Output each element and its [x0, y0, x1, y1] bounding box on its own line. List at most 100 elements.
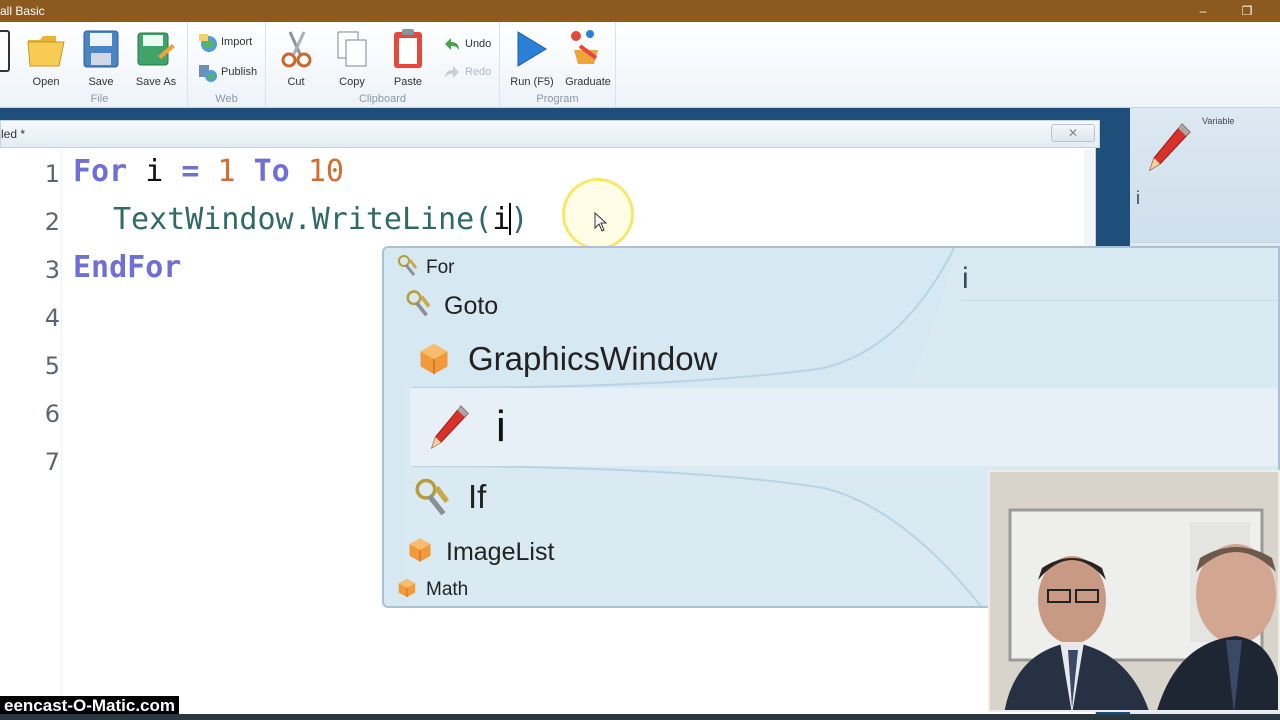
variable-pencil-icon	[1149, 123, 1191, 172]
paste-icon	[394, 29, 422, 68]
publish-label: Publish	[221, 66, 258, 78]
paste-button[interactable]: Paste	[382, 28, 434, 90]
line-number: 4	[44, 304, 60, 332]
cut-button[interactable]: Cut	[270, 28, 322, 90]
save-label: Save	[88, 76, 114, 88]
line-number: 3	[44, 256, 60, 284]
document-tab-bar: led * ✕	[0, 120, 1100, 148]
title-bar: all Basic – ❐	[0, 0, 1280, 22]
suggestion-i-selected[interactable]: i	[430, 400, 630, 456]
assign-operator: =	[181, 154, 200, 189]
keyword-for: For	[73, 154, 128, 189]
presenters-video-image	[990, 472, 1278, 710]
program-group-label: Program	[536, 93, 579, 105]
import-button[interactable]: Import	[198, 32, 264, 54]
save-icon	[83, 30, 119, 68]
suggestion-label: GraphicsWindow	[468, 340, 718, 377]
line-number: 5	[44, 352, 60, 380]
object-cube-icon	[409, 538, 431, 562]
redo-icon	[445, 66, 459, 78]
suggestion-if[interactable]: If	[412, 474, 712, 520]
suggestion-label: Goto	[444, 292, 499, 320]
copy-label: Copy	[339, 76, 365, 88]
help-item-name: i	[1136, 188, 1140, 208]
clipboard-group-label: Clipboard	[358, 93, 407, 105]
clipboard-group: Cut Copy Paste Undo Redo Clipboard	[266, 22, 500, 108]
code-line-1: For i = 1 To 10	[73, 154, 344, 189]
run-icon	[517, 31, 547, 67]
run-label: Run (F5)	[510, 76, 554, 88]
suggestion-goto[interactable]: Goto	[404, 286, 704, 322]
program-group: Run (F5) Graduate Program	[500, 22, 616, 108]
object-cube-icon	[420, 344, 448, 374]
import-icon	[199, 34, 217, 52]
suggestion-label: ImageList	[446, 538, 555, 566]
suggestion-for[interactable]: For	[396, 252, 696, 280]
save-as-button[interactable]: Save As	[130, 28, 182, 90]
graduate-label: Graduate	[565, 76, 611, 88]
save-button[interactable]: Save	[75, 28, 127, 90]
keyword-keys-icon	[406, 290, 431, 317]
restore-button[interactable]: ❐	[1232, 2, 1262, 20]
line-number: 2	[44, 208, 60, 236]
suggestion-label: i	[496, 402, 506, 451]
close-document-button[interactable]: ✕	[1051, 124, 1095, 142]
webcam-overlay	[988, 470, 1280, 712]
graduate-button[interactable]: Graduate	[560, 28, 616, 90]
code-line-2: TextWindow.WriteLine(i)	[113, 202, 528, 237]
undo-icon	[445, 38, 459, 50]
method-call: TextWindow.WriteLine(	[113, 202, 493, 237]
open-button[interactable]: Open	[20, 28, 72, 90]
loop-variable: i	[145, 154, 164, 189]
publish-icon	[199, 65, 217, 82]
line-number: 7	[44, 448, 60, 476]
import-label: Import	[221, 36, 253, 48]
close-paren: )	[510, 202, 529, 237]
save-as-icon	[137, 32, 175, 66]
run-button[interactable]: Run (F5)	[504, 28, 560, 90]
code-line-3: EndFor	[73, 250, 181, 285]
suggestion-graphicswindow[interactable]: GraphicsWindow	[416, 336, 916, 382]
open-label: Open	[32, 76, 60, 88]
line-number: 6	[44, 400, 60, 428]
keyword-keys-icon	[398, 255, 418, 276]
paste-label: Paste	[393, 76, 423, 88]
suggestion-imagelist[interactable]: ImageList	[406, 532, 706, 568]
help-panel-header: Variable i	[1130, 108, 1280, 243]
redo-label: Redo	[465, 66, 492, 78]
description-divider	[962, 300, 1278, 301]
screencast-watermark: eencast-O-Matic.com	[0, 696, 179, 716]
loop-end-number: 10	[307, 154, 344, 189]
redo-button[interactable]: Redo	[442, 62, 498, 84]
suggestion-label: Math	[426, 579, 469, 600]
cut-icon	[281, 31, 312, 68]
line-number-gutter: 1 2 3 4 5 6 7	[0, 148, 62, 714]
suggestion-label: If	[468, 478, 487, 515]
publish-button[interactable]: Publish	[198, 62, 264, 84]
keyword-keys-icon	[415, 478, 450, 516]
call-argument: i	[492, 202, 511, 237]
line-number: 1	[44, 160, 60, 188]
keyword-endfor: EndFor	[73, 250, 182, 285]
web-group-label: Web	[215, 93, 238, 105]
new-document-icon[interactable]	[0, 30, 10, 72]
graduate-icon	[571, 30, 598, 64]
undo-button[interactable]: Undo	[442, 34, 498, 56]
document-tab-title[interactable]: led *	[1, 127, 25, 141]
file-group: Open Save Save As File	[12, 22, 188, 108]
object-cube-icon	[398, 578, 416, 598]
open-folder-icon	[27, 36, 65, 67]
save-as-label: Save As	[135, 76, 177, 88]
minimize-button[interactable]: –	[1188, 2, 1218, 20]
undo-label: Undo	[465, 38, 492, 50]
loop-start-number: 1	[217, 154, 236, 189]
help-type-label: Variable	[1202, 116, 1235, 126]
window-title: all Basic	[0, 4, 45, 18]
suggestion-math[interactable]: Math	[396, 574, 696, 602]
copy-button[interactable]: Copy	[326, 28, 378, 90]
variable-pencil-icon	[430, 405, 469, 449]
copy-icon	[337, 31, 367, 67]
web-group: Import Publish Web	[188, 22, 266, 108]
cut-label: Cut	[287, 76, 305, 88]
bottom-status-strip	[0, 714, 1280, 720]
